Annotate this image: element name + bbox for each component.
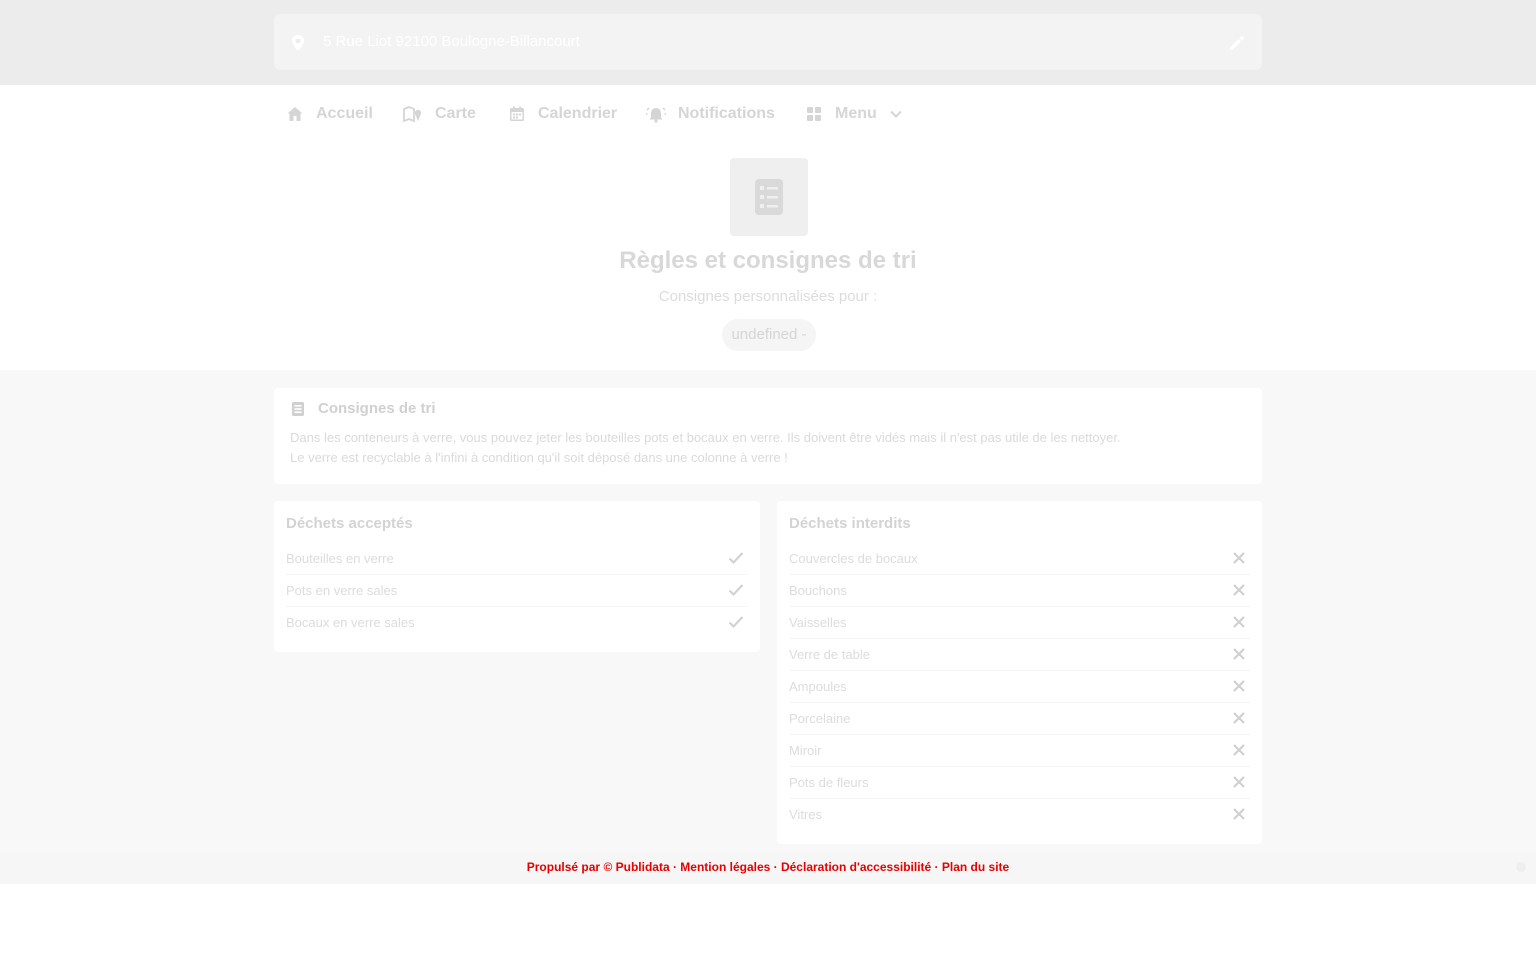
pencil-icon[interactable] <box>1228 34 1246 52</box>
forbidden-item-label: Bouchons <box>789 583 847 598</box>
alarm-bell-icon <box>646 105 666 123</box>
address-text: 5 Rue Liot 92100 Boulogne-Billancourt <box>323 33 580 50</box>
calendar-icon <box>508 105 526 123</box>
accepted-item-label: Bouteilles en verre <box>286 551 394 566</box>
list-item: Bouchons <box>789 575 1250 607</box>
nav-label-carte: Carte <box>435 105 476 122</box>
page-title: Règles et consignes de tri <box>619 247 917 274</box>
close-icon <box>1232 743 1246 757</box>
footer-links[interactable]: Propulsé par © Publidata · Mention légal… <box>0 860 1536 874</box>
list-item: Bocaux en verre sales <box>286 607 748 639</box>
close-icon <box>1232 775 1246 789</box>
forbidden-item-label: Pots de fleurs <box>789 775 869 790</box>
forbidden-item-label: Porcelaine <box>789 711 851 726</box>
consignes-card: Consignes de tri Dans les conteneurs à v… <box>274 388 1262 484</box>
list-item: Miroir <box>789 735 1250 767</box>
nav-item-carte[interactable]: Carte <box>403 103 476 125</box>
nav-item-accueil[interactable]: Accueil <box>286 103 373 125</box>
close-icon <box>1232 615 1246 629</box>
close-icon <box>1232 647 1246 661</box>
accepted-waste-card: Déchets acceptés Bouteilles en verre Pot… <box>274 501 760 652</box>
list-item: Ampoules <box>789 671 1250 703</box>
nav-item-menu[interactable]: Menu <box>805 103 903 125</box>
list-item: Vaisselles <box>789 607 1250 639</box>
list-item: Pots de fleurs <box>789 767 1250 799</box>
list-item: Bouteilles en verre <box>286 543 748 575</box>
close-icon <box>1232 711 1246 725</box>
consignes-text-line-2: Le verre est recyclable à l'infini à con… <box>290 450 788 465</box>
nav-item-notifications[interactable]: Notifications <box>646 103 775 125</box>
list-item: Porcelaine <box>789 703 1250 735</box>
checklist-icon <box>730 158 808 236</box>
chevron-down-icon <box>889 107 903 121</box>
nav-label-accueil: Accueil <box>316 105 373 122</box>
forbidden-item-label: Vaisselles <box>789 615 847 630</box>
hero-section: Règles et consignes de tri Consignes per… <box>0 141 1536 370</box>
close-icon <box>1232 679 1246 693</box>
forbidden-item-label: Miroir <box>789 743 822 758</box>
grid-icon <box>805 105 823 123</box>
page-subtitle: Consignes personnalisées pour : <box>658 288 878 305</box>
address-bar[interactable]: 5 Rue Liot 92100 Boulogne-Billancourt <box>274 14 1262 70</box>
forbidden-waste-list: Couvercles de bocaux Bouchons Vaisselles… <box>789 543 1250 831</box>
clipboard-icon <box>290 401 306 417</box>
forbidden-item-label: Couvercles de bocaux <box>789 551 918 566</box>
nav-label-calendrier: Calendrier <box>538 105 618 122</box>
list-item: Vitres <box>789 799 1250 831</box>
list-item: Verre de table <box>789 639 1250 671</box>
accepted-item-label: Pots en verre sales <box>286 583 398 598</box>
accepted-waste-list: Bouteilles en verre Pots en verre sales … <box>286 543 748 639</box>
list-item: Couvercles de bocaux <box>789 543 1250 575</box>
close-icon <box>1232 583 1246 597</box>
footer: Propulsé par © Publidata · Mention légal… <box>0 852 1536 884</box>
nav-item-calendrier[interactable]: Calendrier <box>508 103 617 125</box>
check-icon <box>728 583 744 597</box>
nav-label-menu: Menu <box>835 105 877 122</box>
forbidden-item-label: Verre de table <box>789 647 870 662</box>
check-icon <box>728 551 744 565</box>
main-nav: Accueil Carte Calendrier Notifications M… <box>0 85 1536 141</box>
header-bar: 5 Rue Liot 92100 Boulogne-Billancourt <box>0 0 1536 85</box>
accepted-waste-title: Déchets acceptés <box>286 515 413 532</box>
location-badge: undefined - <box>722 319 816 351</box>
consignes-text-line-1: Dans les conteneurs à verre, vous pouvez… <box>290 430 1121 445</box>
consignes-header: Consignes de tri <box>290 400 436 417</box>
home-icon <box>286 105 304 123</box>
consignes-title: Consignes de tri <box>318 400 436 417</box>
check-icon <box>728 615 744 629</box>
nav-label-notifications: Notifications <box>678 105 775 122</box>
forbidden-waste-title: Déchets interdits <box>789 515 911 532</box>
close-icon <box>1232 551 1246 565</box>
forbidden-item-label: Vitres <box>789 807 822 822</box>
content-area: Consignes de tri Dans les conteneurs à v… <box>0 370 1536 884</box>
forbidden-item-label: Ampoules <box>789 679 847 694</box>
accepted-item-label: Bocaux en verre sales <box>286 615 415 630</box>
map-pin-icon <box>290 34 306 52</box>
close-icon <box>1232 807 1246 821</box>
forbidden-waste-card: Déchets interdits Couvercles de bocaux B… <box>777 501 1262 844</box>
list-item: Pots en verre sales <box>286 575 748 607</box>
status-dot-icon <box>1516 862 1526 872</box>
map-icon <box>403 105 423 123</box>
